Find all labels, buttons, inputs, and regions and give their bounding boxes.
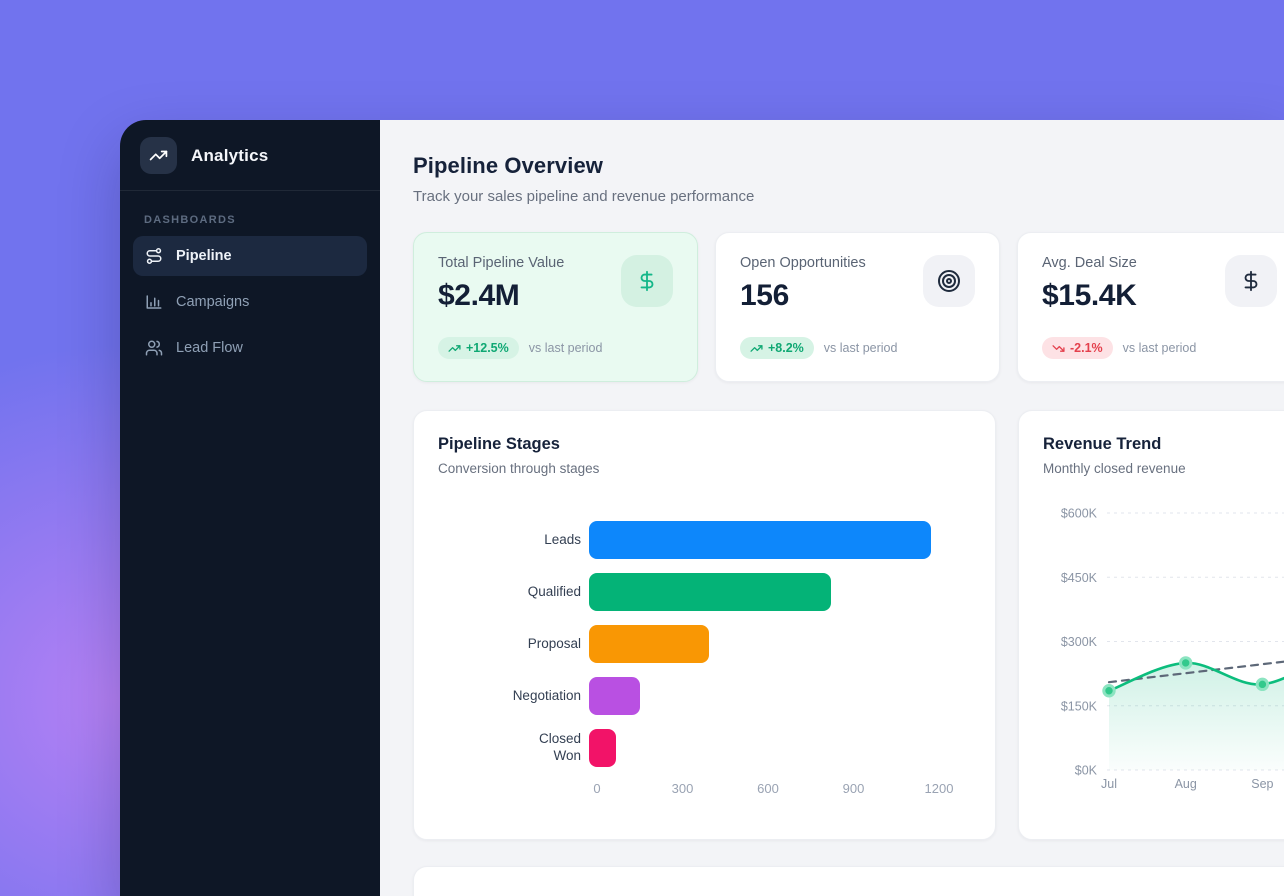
stage-bar: [589, 573, 831, 611]
stage-bar-row: Qualified: [438, 573, 971, 611]
sidebar-item-pipeline[interactable]: Pipeline: [133, 236, 367, 276]
kpi-suffix: vs last period: [824, 341, 898, 355]
delta-value: -2.1%: [1070, 341, 1103, 355]
stage-bar-row: Proposal: [438, 625, 971, 663]
y-tick-label: $300K: [1061, 635, 1098, 649]
stage-bar-row: Leads: [438, 521, 971, 559]
y-tick-label: $150K: [1061, 699, 1098, 713]
stage-bars: Leads Qualified Proposal Negotiation Closed …: [438, 521, 971, 767]
kpi-value: $15.4K: [1042, 279, 1137, 313]
stage-label: Closed Won: [438, 731, 589, 765]
revenue-trend-chart-card: Revenue Trend Monthly closed revenue $60…: [1018, 410, 1284, 840]
stage-bar: [589, 625, 709, 663]
sidebar-item-label: Campaigns: [176, 294, 249, 310]
trending-up-icon: [149, 146, 168, 165]
kpi-card-avg-deal-size: Avg. Deal Size $15.4K -2.1% vs last peri…: [1017, 232, 1284, 382]
kpi-icon-tile: [1225, 255, 1277, 307]
stage-label: Leads: [438, 532, 589, 549]
kpi-icon-tile: [923, 255, 975, 307]
sidebar-nav: Pipeline Campaigns Lead Flow: [120, 236, 380, 374]
kpi-card-total-pipeline-value: Total Pipeline Value $2.4M +12.5% vs las…: [413, 232, 698, 382]
kpi-row: Total Pipeline Value $2.4M +12.5% vs las…: [413, 232, 1284, 382]
revenue-line-chart: $600K$450K$300K$150K$0KJulAugSepOct: [1043, 502, 1284, 802]
y-tick-label: $600K: [1061, 507, 1098, 521]
data-point-marker: [1181, 658, 1191, 668]
trending-up-icon: [448, 342, 461, 355]
sidebar-divider: [120, 190, 380, 191]
sidebar-item-campaigns[interactable]: Campaigns: [133, 282, 367, 322]
charts-row: Pipeline Stages Conversion through stage…: [413, 410, 1284, 840]
kpi-suffix: vs last period: [529, 341, 603, 355]
kpi-label: Avg. Deal Size: [1042, 255, 1137, 271]
stage-bar-row: Closed Won: [438, 729, 971, 767]
target-icon: [937, 269, 961, 293]
stage-bar: [589, 521, 931, 559]
kpi-icon-tile: [621, 255, 673, 307]
dollar-icon: [636, 270, 658, 292]
stage-bar-track: [589, 573, 931, 611]
revenue-plot: $600K$450K$300K$150K$0KJulAugSepOct: [1043, 502, 1284, 802]
app-logo: [140, 137, 177, 174]
route-icon: [145, 247, 163, 265]
app-window: Analytics DASHBOARDS Pipeline Campaigns …: [120, 120, 1284, 896]
sidebar-section-label: DASHBOARDS: [144, 214, 380, 226]
stage-bar-track: [589, 625, 931, 663]
revenue-area: [1109, 648, 1284, 770]
chart-title: Revenue Trend: [1043, 435, 1278, 454]
chart-subtitle: Conversion through stages: [438, 461, 971, 476]
desktop-background: { "app": { "name": "Analytics" }, "sideb…: [0, 0, 1284, 896]
stage-label: Qualified: [438, 584, 589, 601]
delta-value: +12.5%: [466, 341, 509, 355]
x-tick-label: Sep: [1251, 777, 1273, 791]
sidebar-header: Analytics: [120, 120, 380, 190]
kpi-value: $2.4M: [438, 279, 564, 313]
bottom-card-partial: [413, 866, 1284, 896]
kpi-value: 156: [740, 279, 866, 313]
stage-bar-track: [589, 521, 931, 559]
delta-badge: -2.1%: [1042, 337, 1113, 359]
chart-title: Pipeline Stages: [438, 435, 971, 454]
page-subtitle: Track your sales pipeline and revenue pe…: [413, 188, 1284, 205]
stage-bar-row: Negotiation: [438, 677, 971, 715]
page-title: Pipeline Overview: [413, 153, 1284, 179]
main-content: Pipeline Overview Track your sales pipel…: [380, 120, 1284, 896]
delta-badge: +8.2%: [740, 337, 814, 359]
dollar-icon: [1240, 270, 1262, 292]
x-tick-label: Aug: [1175, 777, 1197, 791]
chart-subtitle: Monthly closed revenue: [1043, 461, 1278, 476]
sidebar-item-label: Lead Flow: [176, 340, 243, 356]
app-title: Analytics: [191, 146, 268, 166]
x-tick-label: 0: [593, 781, 600, 796]
stage-x-axis: 03006009001200: [597, 781, 971, 801]
stage-bar: [589, 729, 616, 767]
data-point-marker: [1257, 679, 1267, 689]
pipeline-stages-chart-card: Pipeline Stages Conversion through stage…: [413, 410, 996, 840]
stage-label: Proposal: [438, 636, 589, 653]
sidebar-item-label: Pipeline: [176, 248, 232, 264]
bar-chart-icon: [145, 293, 163, 311]
stage-bar-track: [589, 729, 931, 767]
x-tick-label: 300: [672, 781, 694, 796]
delta-badge: +12.5%: [438, 337, 519, 359]
y-tick-label: $450K: [1061, 571, 1098, 585]
trending-down-icon: [1052, 342, 1065, 355]
kpi-label: Open Opportunities: [740, 255, 866, 271]
sidebar-item-lead-flow[interactable]: Lead Flow: [133, 328, 367, 368]
kpi-card-open-opportunities: Open Opportunities 156 +8.2% vs last per…: [715, 232, 1000, 382]
x-tick-label: 600: [757, 781, 779, 796]
x-tick-label: 1200: [925, 781, 954, 796]
stage-bar-track: [589, 677, 931, 715]
stage-bar: [589, 677, 640, 715]
data-point-marker: [1104, 686, 1114, 696]
kpi-suffix: vs last period: [1123, 341, 1197, 355]
kpi-label: Total Pipeline Value: [438, 255, 564, 271]
x-tick-label: Jul: [1101, 777, 1117, 791]
users-icon: [145, 339, 163, 357]
x-tick-label: 900: [843, 781, 865, 796]
sidebar: Analytics DASHBOARDS Pipeline Campaigns …: [120, 120, 380, 896]
delta-value: +8.2%: [768, 341, 804, 355]
trending-up-icon: [750, 342, 763, 355]
y-tick-label: $0K: [1075, 764, 1098, 778]
stage-label: Negotiation: [438, 688, 589, 705]
